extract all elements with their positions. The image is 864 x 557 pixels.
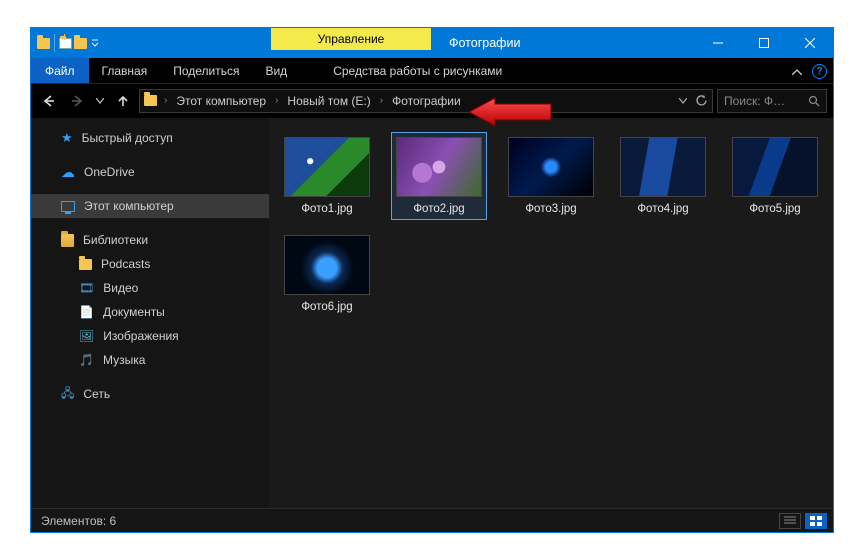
sidebar-label: Этот компьютер bbox=[84, 199, 174, 213]
maximize-button[interactable] bbox=[741, 28, 787, 58]
sidebar-label: Документы bbox=[103, 305, 165, 319]
file-list[interactable]: Фото1.jpg Фото2.jpg Фото3.jpg Фото4.jpg Фото… bbox=[269, 118, 833, 508]
file-thumbnail bbox=[620, 137, 706, 197]
sidebar-label: OneDrive bbox=[84, 165, 135, 179]
cloud-icon: ☁ bbox=[61, 164, 75, 181]
ribbon-tab-picture-tools[interactable]: Средства работы с рисунками bbox=[320, 58, 515, 83]
sidebar-label: Сеть bbox=[83, 387, 110, 401]
minimize-button[interactable] bbox=[695, 28, 741, 58]
file-thumbnail bbox=[396, 137, 482, 197]
contextual-tab-manage[interactable]: Управление bbox=[271, 28, 431, 50]
search-placeholder: Поиск: Ф… bbox=[724, 94, 804, 108]
file-thumbnail bbox=[284, 137, 370, 197]
title-bar: Управление Фотографии bbox=[31, 28, 833, 58]
breadcrumb-segment[interactable]: Этот компьютер bbox=[174, 94, 268, 108]
content-area: ★ Быстрый доступ ☁ OneDrive Этот компьютер… bbox=[31, 118, 833, 508]
chevron-right-icon[interactable]: › bbox=[272, 95, 281, 106]
ribbon-tab-file[interactable]: Файл bbox=[31, 58, 89, 83]
file-name-label: Фото2.jpg bbox=[413, 203, 464, 215]
navigation-bar: › Этот компьютер › Новый том (E:) › Фото… bbox=[31, 84, 833, 118]
sidebar-network[interactable]: 🖧 Сеть bbox=[31, 382, 269, 406]
file-name-label: Фото3.jpg bbox=[525, 203, 576, 215]
explorer-window: Управление Фотографии Файл Главная Подел… bbox=[30, 27, 834, 533]
address-bar[interactable]: › Этот компьютер › Новый том (E:) › Фото… bbox=[139, 89, 713, 113]
file-name-label: Фото4.jpg bbox=[637, 203, 688, 215]
file-name-label: Фото6.jpg bbox=[301, 301, 352, 313]
file-thumbnail bbox=[732, 137, 818, 197]
sidebar-label: Видео bbox=[103, 281, 138, 295]
search-icon[interactable] bbox=[808, 95, 820, 107]
monitor-icon bbox=[61, 201, 75, 212]
address-dropdown-icon[interactable] bbox=[679, 98, 687, 104]
file-thumbnail bbox=[284, 235, 370, 295]
window-title: Фотографии bbox=[431, 28, 538, 58]
breadcrumb-segment[interactable]: Фотографии bbox=[390, 94, 463, 108]
view-details-button[interactable] bbox=[779, 513, 801, 529]
refresh-icon[interactable] bbox=[695, 94, 708, 107]
pictures-icon: 🖼 bbox=[79, 329, 94, 343]
music-icon: 🎵 bbox=[79, 353, 94, 367]
sidebar-lib-video[interactable]: 🎞 Видео bbox=[31, 276, 269, 300]
file-name-label: Фото5.jpg bbox=[749, 203, 800, 215]
navigation-pane: ★ Быстрый доступ ☁ OneDrive Этот компьютер… bbox=[31, 118, 269, 508]
ribbon-tab-share[interactable]: Поделиться bbox=[160, 58, 252, 83]
file-tile[interactable]: Фото1.jpg bbox=[279, 132, 375, 220]
folder-icon bbox=[37, 38, 50, 49]
document-icon: 📄 bbox=[79, 305, 94, 319]
ribbon-tab-home[interactable]: Главная bbox=[89, 58, 161, 83]
back-button[interactable] bbox=[37, 89, 61, 113]
file-tile[interactable]: Фото3.jpg bbox=[503, 132, 599, 220]
view-thumbnails-button[interactable] bbox=[805, 513, 827, 529]
recent-locations-button[interactable] bbox=[93, 89, 107, 113]
properties-icon[interactable] bbox=[59, 38, 72, 49]
sidebar-label: Библиотеки bbox=[83, 233, 148, 247]
file-tile[interactable]: Фото6.jpg bbox=[279, 230, 375, 318]
folder-icon bbox=[144, 95, 157, 106]
quick-access-toolbar bbox=[31, 28, 105, 58]
sidebar-label: Музыка bbox=[103, 353, 145, 367]
video-icon: 🎞 bbox=[79, 281, 94, 295]
ribbon-tab-view[interactable]: Вид bbox=[252, 58, 300, 83]
sidebar-this-pc[interactable]: Этот компьютер bbox=[31, 194, 269, 218]
chevron-right-icon[interactable]: › bbox=[377, 95, 386, 106]
star-icon: ★ bbox=[61, 130, 73, 146]
network-icon: 🖧 bbox=[61, 384, 74, 405]
ribbon-tabs: Файл Главная Поделиться Вид Средства раб… bbox=[31, 58, 833, 84]
status-item-count: Элементов: 6 bbox=[41, 514, 116, 528]
sidebar-label: Изображения bbox=[103, 329, 178, 343]
sidebar-onedrive[interactable]: ☁ OneDrive bbox=[31, 160, 269, 184]
file-tile[interactable]: Фото4.jpg bbox=[615, 132, 711, 220]
ribbon-collapse-icon[interactable] bbox=[792, 69, 802, 75]
sidebar-libraries[interactable]: Библиотеки bbox=[31, 228, 269, 252]
close-button[interactable] bbox=[787, 28, 833, 58]
help-icon[interactable]: ? bbox=[812, 64, 827, 79]
chevron-right-icon[interactable]: › bbox=[161, 95, 170, 106]
sidebar-label: Podcasts bbox=[101, 257, 150, 271]
sidebar-label: Быстрый доступ bbox=[82, 131, 173, 145]
qat-dropdown-icon[interactable] bbox=[91, 39, 99, 47]
up-button[interactable] bbox=[111, 89, 135, 113]
sidebar-lib-documents[interactable]: 📄 Документы bbox=[31, 300, 269, 324]
window-controls bbox=[695, 28, 833, 58]
file-tile[interactable]: Фото5.jpg bbox=[727, 132, 823, 220]
sidebar-lib-podcasts[interactable]: Podcasts bbox=[31, 252, 269, 276]
forward-button[interactable] bbox=[65, 89, 89, 113]
status-bar: Элементов: 6 bbox=[31, 508, 833, 532]
breadcrumb-segment[interactable]: Новый том (E:) bbox=[285, 94, 372, 108]
file-tile[interactable]: Фото2.jpg bbox=[391, 132, 487, 220]
sidebar-quick-access[interactable]: ★ Быстрый доступ bbox=[31, 126, 269, 150]
sidebar-lib-music[interactable]: 🎵 Музыка bbox=[31, 348, 269, 372]
qat-separator bbox=[54, 34, 55, 52]
file-thumbnail bbox=[508, 137, 594, 197]
sidebar-lib-pictures[interactable]: 🖼 Изображения bbox=[31, 324, 269, 348]
libraries-icon bbox=[61, 234, 74, 247]
search-box[interactable]: Поиск: Ф… bbox=[717, 89, 827, 113]
folder-icon bbox=[79, 259, 92, 270]
file-name-label: Фото1.jpg bbox=[301, 203, 352, 215]
new-folder-icon[interactable] bbox=[74, 38, 87, 49]
